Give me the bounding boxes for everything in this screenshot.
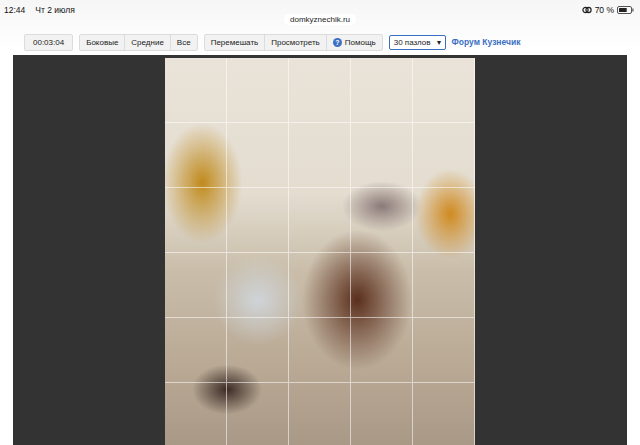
puzzle-photo: [165, 58, 475, 445]
time: 12:44: [4, 5, 25, 15]
puzzle-piece[interactable]: [227, 383, 289, 445]
puzzle-piece[interactable]: [351, 253, 413, 318]
puzzle-piece[interactable]: [289, 188, 351, 253]
puzzle-piece[interactable]: [165, 188, 227, 253]
action-button[interactable]: Просмотреть: [265, 35, 327, 50]
puzzle-piece[interactable]: [413, 383, 475, 445]
puzzle-piece[interactable]: [289, 58, 351, 123]
dropdown-arrow-icon: ▾: [437, 38, 441, 47]
pieces-select[interactable]: 30 пазлов ▾: [389, 35, 446, 50]
puzzle-piece[interactable]: [351, 123, 413, 188]
puzzle-piece[interactable]: [165, 318, 227, 383]
forum-link[interactable]: Форум Кузнечик: [452, 37, 521, 47]
toolbar: 00:03:04 БоковыеСредниеВсе Перемешать Пр…: [24, 33, 640, 51]
puzzle-piece[interactable]: [351, 58, 413, 123]
page: 12:44 Чт 2 июля domkyznechik.ru 70 % 00:…: [0, 0, 640, 445]
url-bar[interactable]: domkyznechik.ru: [284, 14, 356, 25]
action-button[interactable]: ? Помощь: [327, 35, 382, 50]
puzzle-piece[interactable]: [351, 188, 413, 253]
puzzle-piece[interactable]: [351, 318, 413, 383]
puzzle-piece[interactable]: [165, 383, 227, 445]
puzzle-piece[interactable]: [413, 188, 475, 253]
action-button[interactable]: Перемешать: [205, 35, 266, 50]
battery-text: 70 %: [595, 5, 614, 15]
puzzle-piece[interactable]: [227, 58, 289, 123]
puzzle-piece[interactable]: [165, 253, 227, 318]
puzzle-piece[interactable]: [413, 58, 475, 123]
puzzle-piece[interactable]: [289, 123, 351, 188]
help-icon: ?: [333, 38, 342, 47]
filter-group: БоковыеСредниеВсе: [79, 34, 198, 51]
filter-button[interactable]: Боковые: [80, 35, 125, 50]
puzzle-piece[interactable]: [289, 383, 351, 445]
puzzle-piece[interactable]: [227, 318, 289, 383]
puzzle-piece[interactable]: [165, 123, 227, 188]
puzzle-piece[interactable]: [227, 188, 289, 253]
timer: 00:03:04: [24, 34, 73, 51]
puzzle-piece[interactable]: [289, 253, 351, 318]
puzzle-piece[interactable]: [227, 253, 289, 318]
link-icon: [582, 6, 592, 14]
filter-button[interactable]: Все: [171, 35, 197, 50]
action-group: Перемешать Просмотреть? Помощь: [204, 34, 383, 51]
puzzle-piece[interactable]: [289, 318, 351, 383]
filter-button[interactable]: Средние: [125, 35, 171, 50]
battery-icon: [617, 6, 634, 14]
puzzle-piece[interactable]: [165, 58, 227, 123]
puzzle-piece[interactable]: [413, 318, 475, 383]
date: Чт 2 июля: [35, 5, 75, 15]
status-bar: 12:44 Чт 2 июля domkyznechik.ru 70 %: [0, 0, 640, 20]
puzzle-piece[interactable]: [413, 123, 475, 188]
puzzle-piece[interactable]: [351, 383, 413, 445]
puzzle-piece[interactable]: [413, 253, 475, 318]
puzzle-piece[interactable]: [227, 123, 289, 188]
puzzle-stage: [13, 55, 627, 445]
